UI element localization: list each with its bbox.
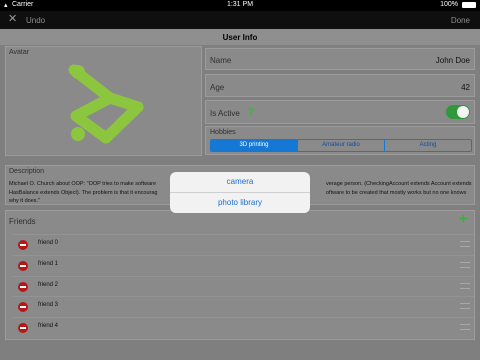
name-value[interactable]: John Doe	[436, 56, 470, 65]
age-label: Age	[210, 83, 225, 92]
delete-icon[interactable]	[18, 302, 28, 312]
reorder-handle-icon[interactable]	[460, 283, 470, 289]
status-bar: ▴ Carrier 1:31 PM 100%	[0, 0, 480, 11]
reorder-handle-icon[interactable]	[460, 262, 470, 268]
friend-row[interactable]: friend 0	[12, 234, 474, 253]
hobby-option-2[interactable]: Acting	[384, 140, 471, 151]
delete-icon[interactable]	[18, 240, 28, 250]
delete-icon[interactable]	[18, 323, 28, 333]
friends-label: Friends	[9, 217, 36, 226]
delete-icon[interactable]	[18, 282, 28, 292]
hobbies-label: Hobbies	[210, 129, 236, 136]
clock: 1:31 PM	[226, 1, 254, 8]
description-text-line2b: oftware to be created that mostly works …	[326, 190, 467, 196]
friend-name: friend 1	[38, 261, 59, 267]
avatar-logo	[68, 64, 144, 144]
name-field[interactable]: Name John Doe	[205, 48, 475, 70]
hobby-option-0[interactable]: 3D printing	[211, 140, 297, 151]
description-text-line1a: Michael O. Church about OOP: "OOP tries …	[9, 181, 157, 187]
friend-row[interactable]: friend 1	[12, 255, 474, 274]
is-active-row: Is Active ?	[205, 100, 475, 124]
name-label: Name	[210, 56, 232, 65]
age-value[interactable]: 42	[461, 83, 470, 92]
add-friend-button[interactable]: +	[459, 211, 468, 229]
battery-icon	[462, 2, 476, 8]
help-icon[interactable]: ?	[248, 107, 254, 118]
done-button[interactable]: Done	[451, 16, 470, 25]
reorder-handle-icon[interactable]	[460, 324, 470, 330]
photo-library-option[interactable]: photo library	[170, 192, 310, 213]
friend-name: friend 0	[38, 240, 59, 246]
friend-row[interactable]: friend 2	[12, 276, 474, 295]
is-active-toggle[interactable]	[446, 105, 470, 119]
navigation-bar: ✕ Undo Done	[0, 11, 480, 29]
friend-name: friend 2	[38, 282, 59, 288]
photo-source-menu: camera photo library	[170, 172, 310, 213]
hobby-option-1[interactable]: Amateur radio	[297, 140, 384, 151]
is-active-label: Is Active	[210, 109, 240, 118]
camera-option[interactable]: camera	[170, 172, 310, 192]
undo-button[interactable]: Undo	[26, 16, 45, 25]
close-icon[interactable]: ✕	[8, 12, 17, 25]
friends-panel: Friends + friend 0 friend 1 friend 2 fri…	[5, 210, 475, 340]
reorder-handle-icon[interactable]	[460, 241, 470, 247]
friend-name: friend 3	[38, 302, 59, 308]
battery-percent: 100%	[440, 1, 458, 8]
friend-row[interactable]: friend 4	[12, 317, 474, 336]
avatar-panel[interactable]: Avatar	[5, 46, 202, 156]
description-text-line3: why it does."	[9, 198, 40, 204]
toggle-knob	[457, 106, 469, 118]
delete-icon[interactable]	[18, 261, 28, 271]
reorder-handle-icon[interactable]	[460, 303, 470, 309]
avatar-label: Avatar	[9, 49, 30, 56]
friend-name: friend 4	[38, 323, 59, 329]
page-title: User Info	[0, 29, 480, 45]
description-text-line1b: verage person. (CheckingAccount extends …	[326, 181, 472, 187]
description-text-line2a: HasBalance extends Object). The problem …	[9, 190, 158, 196]
hobbies-segmented-control[interactable]: 3D printing Amateur radio Acting	[210, 139, 472, 152]
friend-row[interactable]: friend 3	[12, 296, 474, 315]
age-field[interactable]: Age 42	[205, 74, 475, 97]
hobbies-panel: Hobbies 3D printing Amateur radio Acting	[205, 126, 475, 155]
description-label: Description	[9, 168, 45, 175]
